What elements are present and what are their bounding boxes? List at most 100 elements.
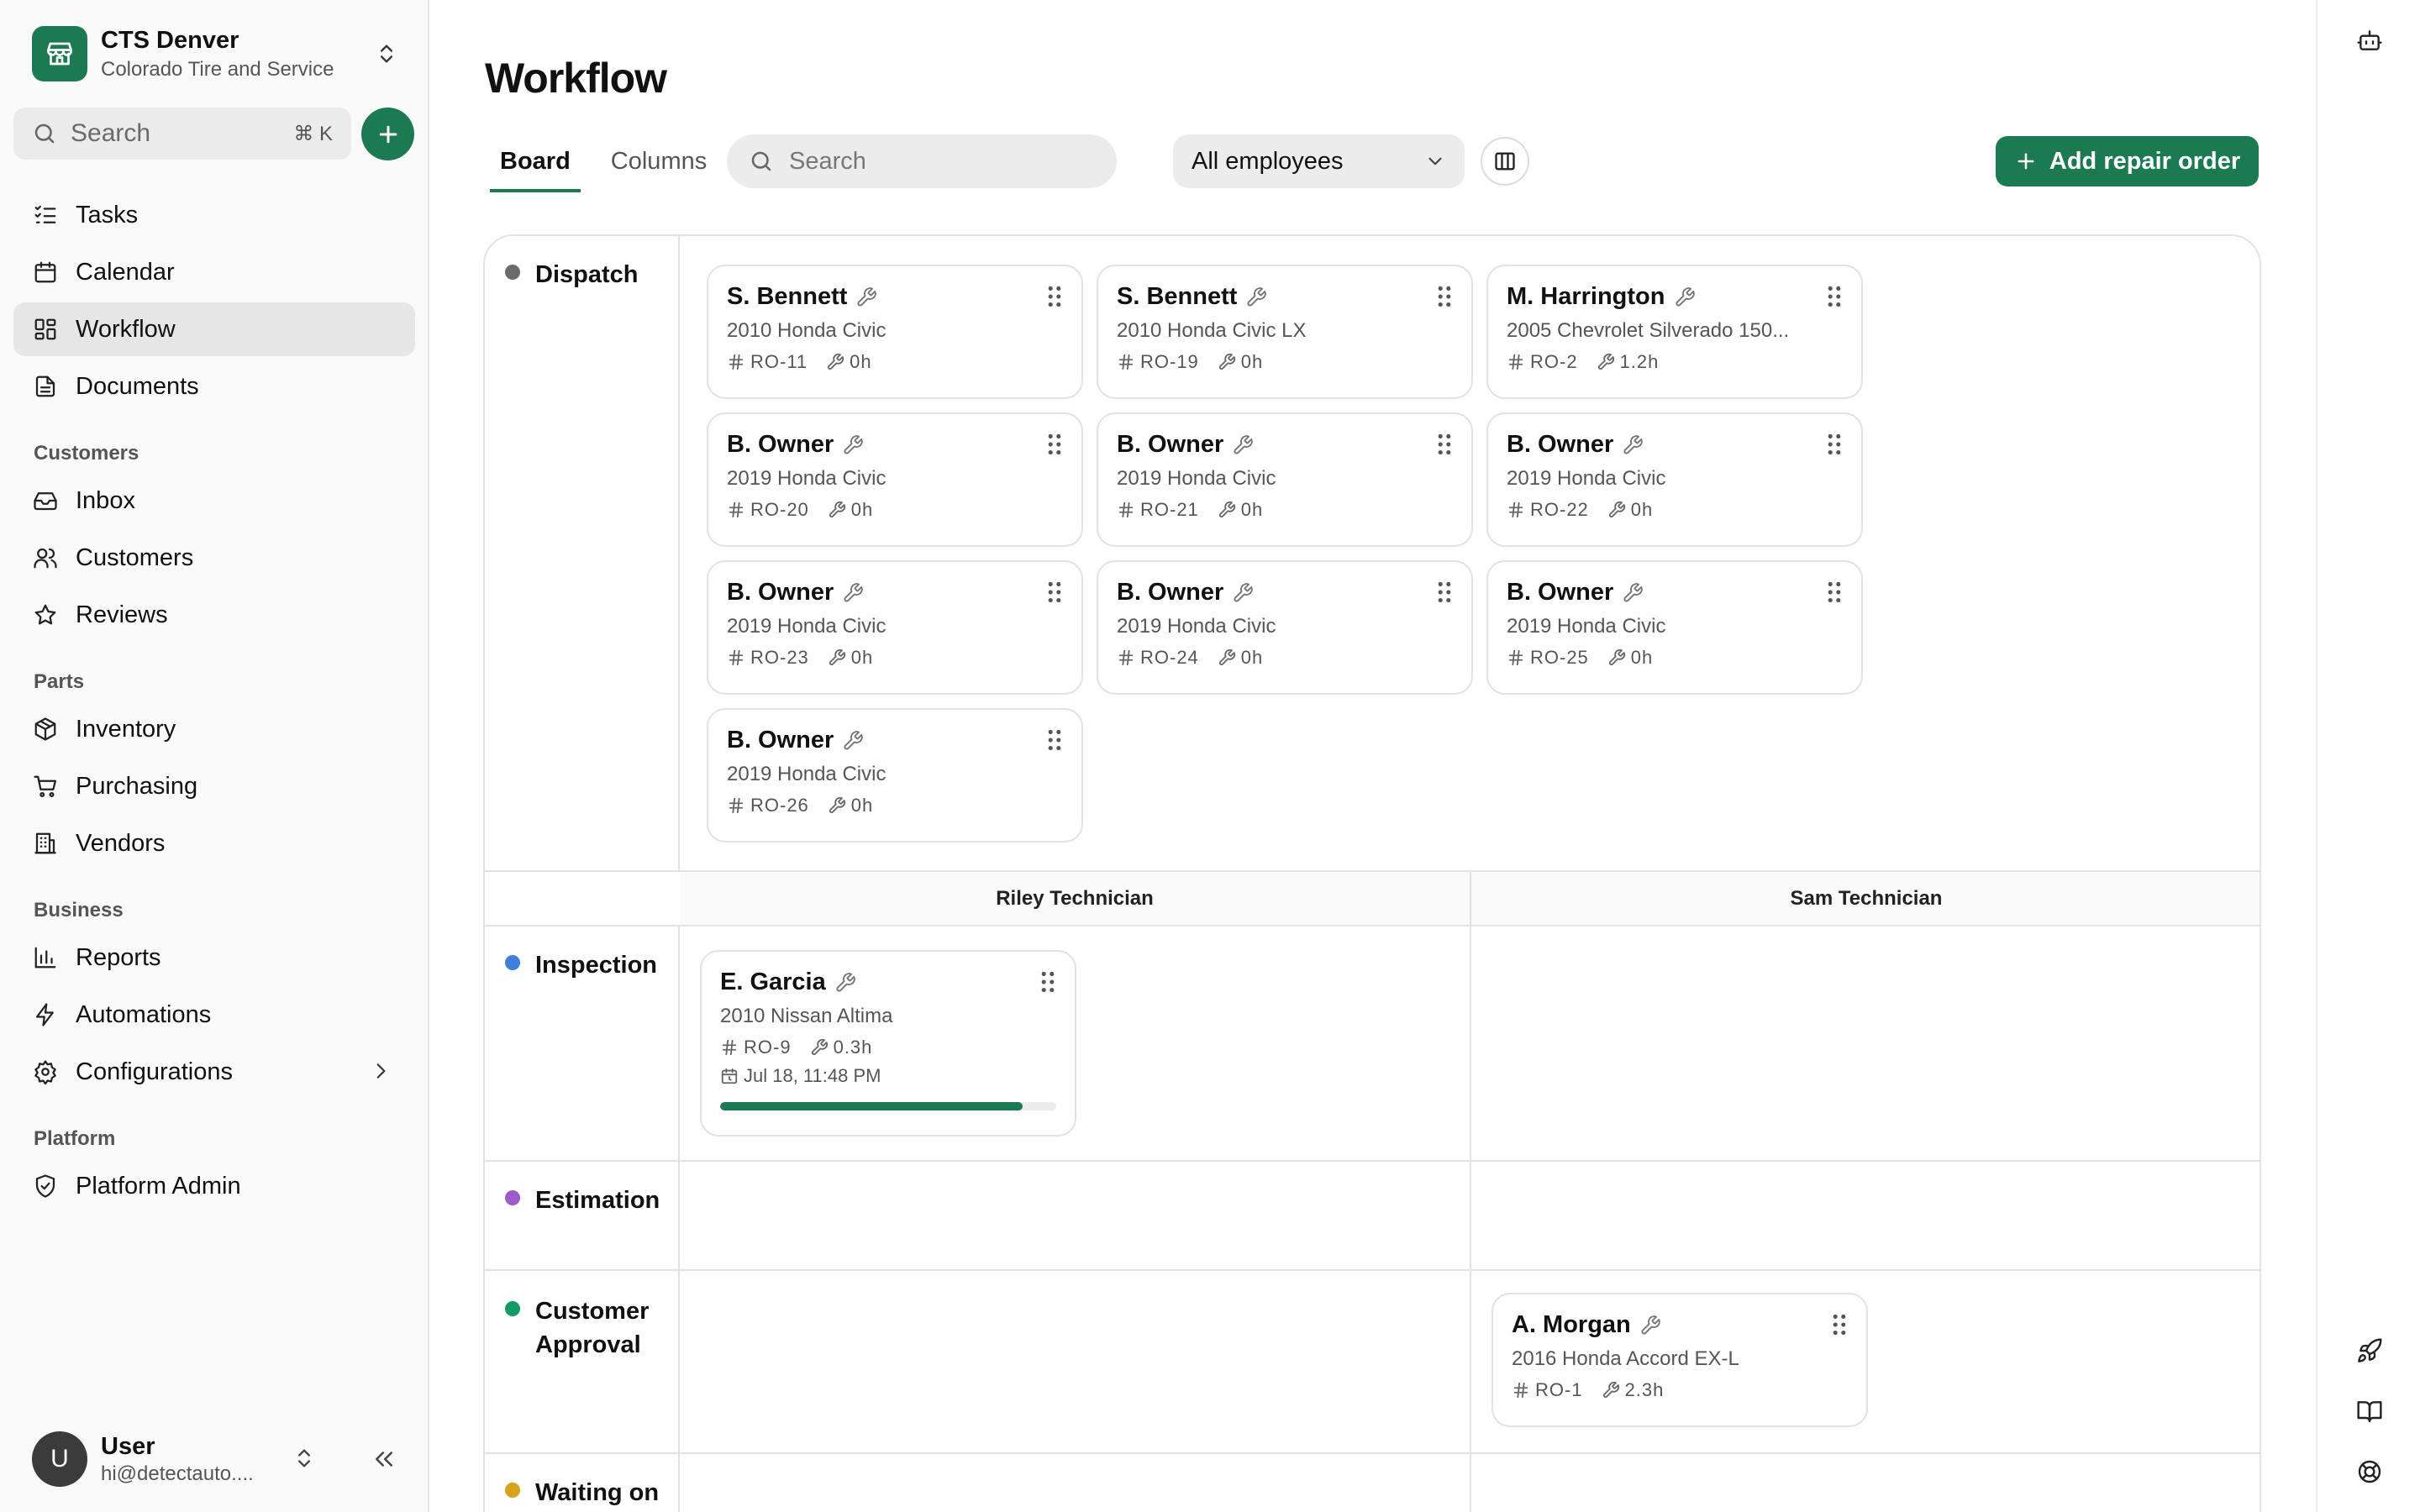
inbox-icon: [32, 487, 59, 514]
card-labor-hours: 0h: [1630, 499, 1654, 520]
stage-customer-approval: Customer Approval: [485, 1271, 680, 1454]
nav-automations-label: Automations: [76, 1000, 212, 1028]
divider: [485, 1160, 2260, 1162]
card-customer-name: M. Harrington: [1507, 283, 1665, 310]
stage-dot: [505, 1190, 520, 1205]
drag-handle-icon[interactable]: [1824, 431, 1844, 458]
avatar: U: [32, 1431, 87, 1487]
repair-order-card[interactable]: E. Garcia 2010 Nissan Altima RO-9 0.3h J…: [700, 950, 1076, 1137]
nav-inventory[interactable]: Inventory: [13, 702, 415, 756]
repair-order-card[interactable]: B. Owner 2019 Honda Civic RO-21 0h: [1097, 412, 1473, 547]
shield-check-icon: [32, 1173, 59, 1200]
drag-handle-icon[interactable]: [1044, 727, 1065, 753]
drag-handle-icon[interactable]: [1434, 579, 1455, 606]
drag-handle-icon[interactable]: [1829, 1311, 1849, 1338]
drag-handle-icon[interactable]: [1044, 283, 1065, 310]
shopping-cart-icon: [32, 773, 59, 800]
nav-purchasing[interactable]: Purchasing: [13, 759, 415, 813]
help-life-buoy-icon[interactable]: [2351, 1453, 2388, 1490]
card-vehicle: 2019 Honda Civic: [1117, 615, 1276, 638]
wrench-icon: [1232, 582, 1254, 604]
tab-columns[interactable]: Columns: [601, 141, 717, 192]
card-labor-hours: 0h: [1240, 647, 1264, 668]
add-repair-order-button[interactable]: Add repair order: [1996, 136, 2259, 186]
card-vehicle: 2019 Honda Civic: [727, 763, 886, 785]
card-ro-number: RO-22: [1530, 499, 1589, 520]
drag-handle-icon[interactable]: [1434, 431, 1455, 458]
tab-board[interactable]: Board: [490, 141, 581, 192]
wrench-icon: [855, 286, 877, 308]
repair-order-card[interactable]: B. Owner 2019 Honda Civic RO-22 0h: [1486, 412, 1863, 547]
repair-order-card[interactable]: B. Owner 2019 Honda Civic RO-23 0h: [707, 560, 1083, 695]
employee-filter-select[interactable]: All employees: [1173, 134, 1465, 188]
nav-customers[interactable]: Customers: [13, 531, 415, 585]
repair-order-card[interactable]: A. Morgan 2016 Honda Accord EX-L RO-1 2.…: [1491, 1293, 1868, 1427]
nav-platform-admin[interactable]: Platform Admin: [13, 1159, 415, 1213]
hash-icon: [1117, 353, 1135, 371]
nav-calendar[interactable]: Calendar: [13, 245, 415, 299]
nav-inbox[interactable]: Inbox: [13, 474, 415, 528]
drag-handle-icon[interactable]: [1824, 283, 1844, 310]
drag-handle-icon[interactable]: [1824, 579, 1844, 606]
card-vehicle: 2016 Honda Accord EX-L: [1512, 1347, 1739, 1370]
wrench-icon: [1674, 286, 1696, 308]
card-vehicle: 2010 Honda Civic: [727, 319, 886, 342]
user-menu[interactable]: U User hi@detectauto....: [32, 1428, 402, 1490]
repair-order-card[interactable]: B. Owner 2019 Honda Civic RO-25 0h: [1486, 560, 1863, 695]
columns-toggle-button[interactable]: [1481, 137, 1529, 186]
hash-icon: [727, 501, 745, 519]
quick-add-button[interactable]: [361, 108, 414, 160]
board-search-input[interactable]: Search: [727, 134, 1117, 188]
store-switcher[interactable]: CTS Denver Colorado Tire and Service: [32, 24, 402, 84]
wrench-icon: [1218, 353, 1236, 371]
card-ro-number: RO-20: [750, 499, 809, 520]
wrench-icon: [1622, 434, 1644, 456]
wrench-icon: [1639, 1315, 1661, 1336]
repair-order-card[interactable]: B. Owner 2019 Honda Civic RO-26 0h: [707, 708, 1083, 843]
card-ro-number: RO-25: [1530, 647, 1589, 668]
card-ro-number: RO-19: [1140, 351, 1199, 372]
nav-inventory-label: Inventory: [76, 715, 176, 743]
sidebar-search[interactable]: Search ⌘ K: [13, 108, 351, 160]
nav-documents[interactable]: Documents: [13, 360, 415, 413]
sidebar-search-placeholder: Search: [71, 119, 151, 147]
nav-vendors[interactable]: Vendors: [13, 816, 415, 870]
layout-dashboard-icon: [32, 316, 59, 343]
card-vehicle: 2019 Honda Civic: [1507, 467, 1666, 490]
drag-handle-icon[interactable]: [1434, 283, 1455, 310]
nav-reviews[interactable]: Reviews: [13, 588, 415, 642]
collapse-sidebar-icon[interactable]: [366, 1441, 402, 1477]
hash-icon: [1507, 353, 1525, 371]
drag-handle-icon[interactable]: [1044, 431, 1065, 458]
repair-order-card[interactable]: B. Owner 2019 Honda Civic RO-24 0h: [1097, 560, 1473, 695]
repair-order-card[interactable]: S. Bennett 2010 Honda Civic LX RO-19 0h: [1097, 265, 1473, 399]
nav-workflow[interactable]: Workflow: [13, 302, 415, 356]
rocket-icon[interactable]: [2351, 1332, 2388, 1369]
card-customer-name: B. Owner: [1117, 579, 1224, 606]
zap-icon: [32, 1001, 59, 1028]
drag-handle-icon[interactable]: [1044, 579, 1065, 606]
bot-icon[interactable]: [2351, 22, 2388, 59]
technician-sam: Sam Technician: [1790, 887, 1943, 910]
nav-reports[interactable]: Reports: [13, 931, 415, 984]
divider: [485, 870, 2260, 872]
card-ro-number: RO-2: [1530, 351, 1578, 372]
drag-handle-icon[interactable]: [1038, 969, 1058, 995]
nav-configurations[interactable]: Configurations: [13, 1045, 415, 1099]
card-vehicle: 2010 Nissan Altima: [720, 1005, 893, 1027]
calendar-icon: [32, 259, 59, 286]
repair-order-card[interactable]: M. Harrington 2005 Chevrolet Silverado 15…: [1486, 265, 1863, 399]
nav-tasks[interactable]: Tasks: [13, 188, 415, 242]
card-vehicle: 2019 Honda Civic: [1117, 467, 1276, 490]
divider: [1470, 870, 1471, 1512]
nav-automations[interactable]: Automations: [13, 988, 415, 1042]
section-parts: Parts: [34, 670, 85, 693]
book-open-icon[interactable]: [2351, 1393, 2388, 1430]
package-icon: [32, 716, 59, 743]
board-search-placeholder: Search: [789, 147, 866, 175]
star-icon: [32, 601, 59, 628]
technician-riley: Riley Technician: [996, 887, 1154, 910]
repair-order-card[interactable]: S. Bennett 2010 Honda Civic RO-11 0h: [707, 265, 1083, 399]
repair-order-card[interactable]: B. Owner 2019 Honda Civic RO-20 0h: [707, 412, 1083, 547]
user-email: hi@detectauto....: [101, 1462, 254, 1485]
